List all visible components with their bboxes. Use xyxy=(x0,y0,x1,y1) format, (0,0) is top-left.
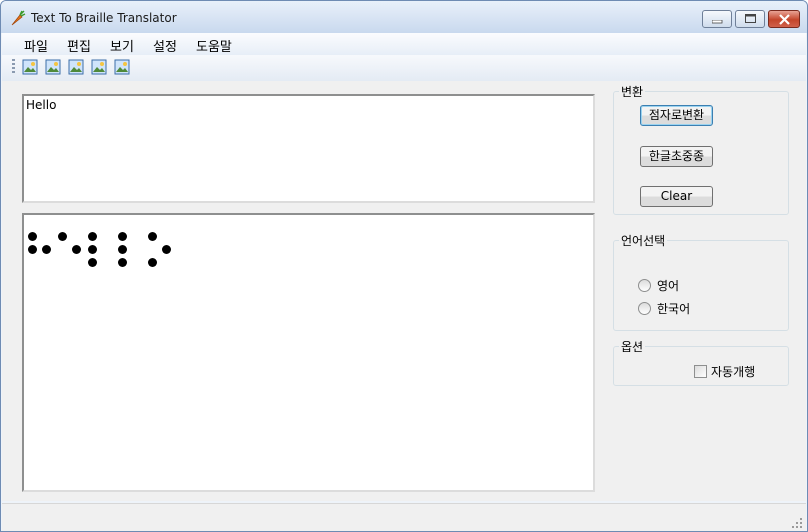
menu-file[interactable]: 파일 xyxy=(24,36,48,55)
maximize-button[interactable] xyxy=(735,10,765,28)
braille-dot xyxy=(148,258,157,267)
braille-dot xyxy=(28,232,37,241)
braille-dot xyxy=(118,245,127,254)
toolbar xyxy=(2,55,806,81)
auto-wrap-checkbox[interactable] xyxy=(694,365,707,378)
clear-button[interactable]: Clear xyxy=(640,186,713,207)
option-group-title: 옵션 xyxy=(619,338,646,355)
braille-dot xyxy=(88,232,97,241)
text-input-value: Hello xyxy=(26,98,57,112)
braille-dot xyxy=(148,232,157,241)
braille-dot xyxy=(162,245,171,254)
maximize-icon xyxy=(745,14,756,23)
english-radio[interactable] xyxy=(638,279,651,292)
close-button[interactable] xyxy=(768,10,800,28)
carrot-icon xyxy=(11,10,26,26)
close-icon xyxy=(779,14,790,25)
korean-radio[interactable] xyxy=(638,302,651,315)
braille-dot xyxy=(88,245,97,254)
menu-help[interactable]: 도움말 xyxy=(196,36,232,55)
status-bar xyxy=(2,503,806,531)
convert-group-title: 변환 xyxy=(619,83,646,100)
option-group: 옵션 자동개행 xyxy=(613,338,789,386)
image-icon[interactable] xyxy=(22,59,38,75)
app-window: Text To Braille Translator 파일 편집 보기 설정 도… xyxy=(0,0,808,532)
language-group-title: 언어선택 xyxy=(619,232,668,249)
convert-to-braille-button[interactable]: 점자로변환 xyxy=(640,105,713,126)
toolbar-grip[interactable] xyxy=(12,59,15,75)
korean-radio-label[interactable]: 한국어 xyxy=(657,300,690,317)
braille-dot xyxy=(88,258,97,267)
english-radio-label[interactable]: 영어 xyxy=(657,277,679,294)
braille-dot xyxy=(118,232,127,241)
hangul-split-button[interactable]: 한글초중종 xyxy=(640,146,713,167)
resize-grip-icon[interactable] xyxy=(792,518,802,528)
braille-dot xyxy=(28,245,37,254)
braille-dot xyxy=(58,232,67,241)
menu-view[interactable]: 보기 xyxy=(110,36,134,55)
convert-group: 변환 점자로변환 한글초중종 Clear xyxy=(613,83,789,215)
title-bar[interactable]: Text To Braille Translator xyxy=(1,1,807,33)
image-icon[interactable] xyxy=(68,59,84,75)
image-icon[interactable] xyxy=(91,59,107,75)
window-title: Text To Braille Translator xyxy=(31,11,177,25)
braille-dot xyxy=(72,245,81,254)
braille-dot xyxy=(42,245,51,254)
auto-wrap-label[interactable]: 자동개행 xyxy=(711,363,755,380)
braille-dot xyxy=(118,258,127,267)
menu-bar: 파일 편집 보기 설정 도움말 xyxy=(2,33,806,55)
image-icon[interactable] xyxy=(114,59,130,75)
image-icon[interactable] xyxy=(45,59,61,75)
minimize-icon xyxy=(712,20,723,24)
menu-edit[interactable]: 편집 xyxy=(67,36,91,55)
braille-output[interactable] xyxy=(22,213,595,492)
text-input[interactable]: Hello xyxy=(22,94,595,203)
language-group: 언어선택 영어 한국어 xyxy=(613,232,789,331)
menu-settings[interactable]: 설정 xyxy=(153,36,177,55)
minimize-button[interactable] xyxy=(702,10,732,28)
client-area: Hello 변환 점자로변환 한글초중종 Clear 언어선택 영어 한국어 옵… xyxy=(2,81,806,501)
